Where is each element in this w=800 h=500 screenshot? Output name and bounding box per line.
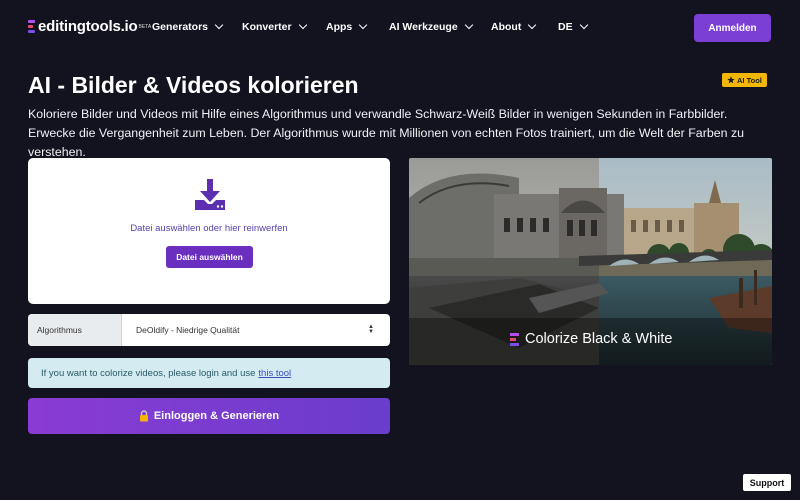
generate-label: Einloggen & Generieren [153,410,280,422]
preview-caption-text: Colorize Black & White [525,331,673,347]
this-tool-link[interactable]: this tool [258,368,291,379]
chevron-down-icon [298,20,307,30]
chevron-down-icon [528,20,537,30]
nav-generators[interactable]: Generators [152,20,224,33]
select-arrows-icon: ▲ ▼ [368,324,374,335]
chevron-down-icon [359,20,368,30]
algorithm-field: Algorithmus DeOldify - Niedrige Qualität… [28,314,390,346]
nav-generators-label: Generators [152,21,209,33]
algorithm-select[interactable]: DeOldify - Niedrige Qualität ▲ ▼ [122,314,390,346]
support-button[interactable]: Support [743,474,791,491]
nav-ai-werkzeuge-label: AI Werkzeuge [389,21,458,33]
page-title: AI - Bilder & Videos kolorieren [28,72,359,98]
nav-about-label: About [491,21,522,33]
chevron-down-icon [464,20,473,30]
info-alert: If you want to colorize videos, please l… [28,358,390,388]
chevron-down-icon [214,20,224,30]
nav-language-label: DE [558,21,573,33]
nav-apps[interactable]: Apps [326,20,368,33]
algorithm-label: Algorithmus [28,314,122,346]
preview-caption: Colorize Black & White [510,331,672,347]
logo-mark-icon [28,20,35,33]
algorithm-selected-value: DeOldify - Niedrige Qualität [136,325,240,335]
login-generate-button[interactable]: Einloggen & Generieren [28,398,390,434]
top-navbar: editingtools.io BETA Generators Konverte… [0,0,800,56]
nav-ai-werkzeuge[interactable]: AI Werkzeuge [389,20,473,33]
ai-tool-badge-label: AI Tool [737,75,762,85]
lock-icon [139,410,148,422]
nav-konverter[interactable]: Konverter [242,20,307,33]
nav-language[interactable]: DE [558,20,588,33]
logo-mark-icon [510,332,519,346]
nav-konverter-label: Konverter [242,21,292,33]
nav-about[interactable]: About [491,20,537,33]
dropzone-text: Datei auswählen oder hier reinwerfen [130,223,288,234]
chevron-down-icon [579,20,588,30]
info-alert-text: If you want to colorize videos, please l… [41,367,256,379]
star-icon [727,76,735,84]
login-button[interactable]: Anmelden [694,14,771,42]
ai-tool-badge: AI Tool [722,73,767,87]
logo-text: editingtools.io [38,18,138,35]
file-dropzone[interactable]: Datei auswählen oder hier reinwerfen Dat… [28,158,390,304]
download-icon [195,179,225,210]
page-description: Koloriere Bilder und Videos mit Hilfe ei… [28,107,745,159]
logo-beta-label: BETA [138,23,152,30]
choose-file-button[interactable]: Datei auswählen [166,246,253,268]
nav-apps-label: Apps [326,21,353,33]
logo[interactable]: editingtools.io BETA [28,18,151,35]
